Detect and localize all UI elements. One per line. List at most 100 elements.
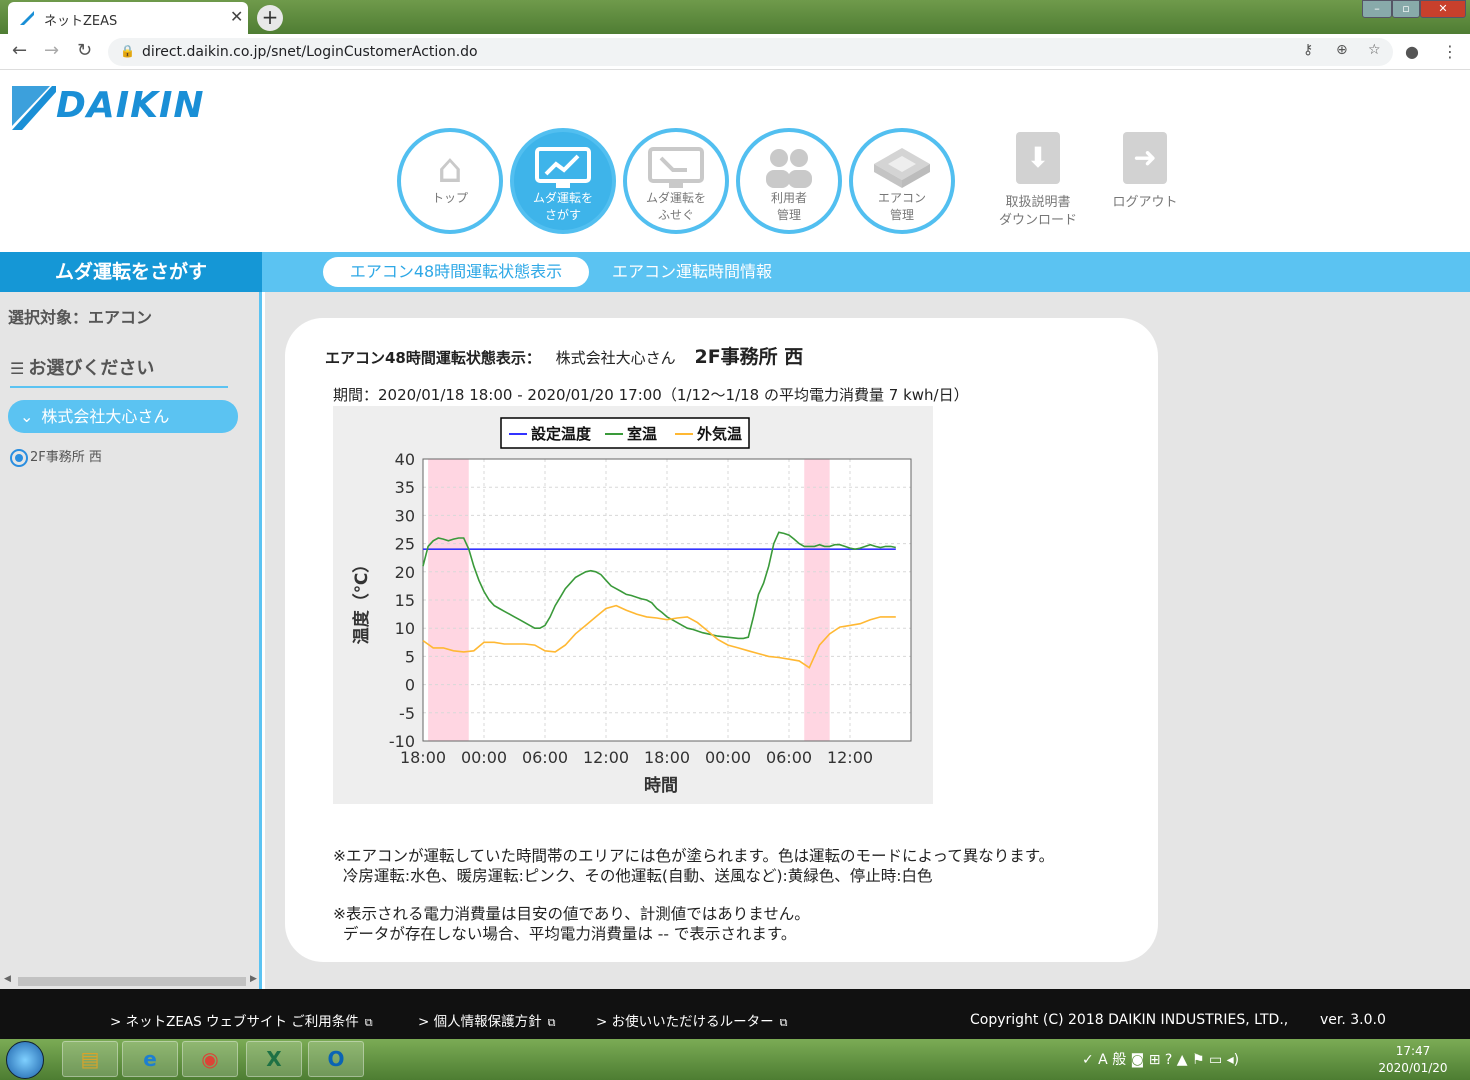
- logout-icon: ➜: [1123, 132, 1167, 184]
- company-item[interactable]: ⌄ 株式会社大心さん: [8, 400, 238, 433]
- outlook-taskbar-icon[interactable]: O: [308, 1041, 364, 1077]
- system-tray[interactable]: ✓ A 般 ◙ ⊞ ? ▲ ⚑ ▭ ◂): [1080, 1043, 1380, 1077]
- copyright-text: Copyright (C) 2018 DAIKIN INDUSTRIES, LT…: [970, 1012, 1289, 1028]
- y-tick-label: 20: [395, 563, 415, 582]
- address-bar[interactable]: 🔒 direct.daikin.co.jp/snet/LoginCustomer…: [108, 38, 1393, 66]
- scrollbar-thumb[interactable]: [18, 977, 246, 986]
- tray-icons[interactable]: ✓ A 般 ◙ ⊞ ? ▲ ⚑ ▭ ◂): [1082, 1049, 1239, 1069]
- status-card: エアコン48時間運転状態表示： 株式会社大心さん 2F事務所 西 期間：2020…: [285, 318, 1158, 962]
- nav-top-label: トップ: [431, 191, 468, 205]
- y-axis-label: 温度（℃）: [351, 556, 372, 645]
- y-tick-label: 5: [405, 647, 415, 666]
- x-tick-label: 00:00: [705, 748, 751, 767]
- back-arrow-icon[interactable]: ←: [12, 40, 27, 61]
- manual-download-button[interactable]: ⬇ 取扱説明書 ダウンロード: [993, 132, 1083, 230]
- clock-date: 2020/01/20: [1378, 1061, 1448, 1075]
- temperature-chart: 40 35 30 25 20 15 10 5 0 -5 -10 18:00 00:00 06:00 12:0…: [333, 406, 933, 804]
- sidebar-horizontal-scrollbar[interactable]: ◀ ▶: [4, 974, 258, 988]
- version-text: ver. 3.0.0: [1320, 1012, 1386, 1028]
- bookmark-star-icon[interactable]: ☆: [1368, 42, 1381, 58]
- external-link-icon: ⧉: [779, 1016, 788, 1029]
- section-title: ムダ運転をさがす: [0, 252, 262, 292]
- nav-aircon-management-button[interactable]: エアコン 管理: [849, 128, 955, 234]
- logout-label: ログアウト: [1112, 195, 1178, 210]
- note-power-estimate: ※表示される電力消費量は目安の値であり、計測値ではありません。 データが存在しな…: [333, 905, 810, 943]
- manual-download-label: 取扱説明書 ダウンロード: [998, 195, 1077, 228]
- browser-tab[interactable]: ネットZEAS ✕: [8, 2, 248, 34]
- office-radio-item[interactable]: 2F事務所 西: [10, 446, 102, 467]
- x-tick-label: 00:00: [461, 748, 507, 767]
- x-tick-label: 06:00: [522, 748, 568, 767]
- y-tick-label: -5: [399, 704, 415, 723]
- office-radio-button[interactable]: [10, 448, 28, 467]
- main-content: エアコン48時間運転状態表示： 株式会社大心さん 2F事務所 西 期間：2020…: [265, 292, 1470, 989]
- card-customer: 株式会社大心さん: [555, 349, 676, 367]
- temperature-chart-svg: 4035302520151050-5-1018:00 00:00 06:00 12:0…: [351, 417, 912, 796]
- footer-link-routers[interactable]: > お使いいただけるルーター ⧉: [596, 1010, 787, 1030]
- key-icon[interactable]: ⚷: [1303, 42, 1313, 58]
- nav-find-waste-button[interactable]: ムダ運転を さがす: [510, 128, 616, 234]
- nav-user-management-label: 利用者 管理: [770, 191, 807, 222]
- y-tick-label: 30: [395, 506, 415, 525]
- download-icon: ⬇: [1016, 132, 1060, 184]
- external-link-icon: ⧉: [364, 1016, 373, 1029]
- daikin-logo-mark-icon: [12, 86, 56, 130]
- legend-label-2: 外気温: [696, 425, 742, 443]
- legend-label-0: 設定温度: [531, 425, 592, 443]
- x-tick-label: 18:00: [644, 748, 690, 767]
- ie-taskbar-icon[interactable]: e: [122, 1041, 178, 1077]
- x-tick-label: 06:00: [766, 748, 812, 767]
- nav-prevent-waste-button[interactable]: ムダ運転を ふせぐ: [623, 128, 729, 234]
- logo-wordmark: DAIKIN: [56, 85, 205, 126]
- clock-time: 17:47: [1395, 1044, 1431, 1058]
- zoom-icon[interactable]: ⊕: [1336, 42, 1348, 58]
- period-text: 期間：2020/01/18 18:00 - 2020/01/20 17:00（1…: [333, 386, 969, 404]
- scroll-left-icon[interactable]: ◀: [4, 974, 11, 984]
- logout-button[interactable]: ➜ ログアウト: [1100, 132, 1190, 212]
- forward-arrow-icon[interactable]: →: [44, 40, 59, 61]
- tab-48h-status[interactable]: エアコン48時間運転状態表示: [323, 257, 589, 287]
- os-taskbar: ▤ e ◉ X O ✓ A 般 ◙ ⊞ ? ▲ ⚑ ▭ ◂) 17:47 202…: [0, 1039, 1470, 1080]
- daikin-logo[interactable]: DAIKIN: [12, 84, 232, 130]
- selection-target-label: 選択対象：エアコン: [8, 308, 153, 327]
- address-url[interactable]: direct.daikin.co.jp/snet/LoginCustomerAc…: [142, 44, 478, 60]
- footer-link-terms-text: > ネットZEAS ウェブサイト ご利用条件: [110, 1014, 359, 1030]
- system-clock[interactable]: 17:47 2020/01/20: [1368, 1043, 1458, 1077]
- external-link-icon: ⧉: [547, 1016, 556, 1029]
- tab-close-icon[interactable]: ✕: [230, 7, 243, 26]
- minimize-icon[interactable]: –: [1362, 0, 1392, 18]
- lock-icon: 🔒: [120, 44, 135, 58]
- nav-user-management-button[interactable]: 利用者 管理: [736, 128, 842, 234]
- sidebar: 選択対象：エアコン ☰ お選びください ⌄ 株式会社大心さん 2F事務所 西 ◀ ▶: [0, 292, 262, 989]
- card-title: エアコン48時間運転状態表示： 株式会社大心さん 2F事務所 西: [325, 342, 803, 369]
- explorer-taskbar-icon[interactable]: ▤: [62, 1041, 118, 1077]
- scroll-right-icon[interactable]: ▶: [250, 974, 257, 984]
- footer-link-terms[interactable]: > ネットZEAS ウェブサイト ご利用条件 ⧉: [110, 1010, 373, 1030]
- y-tick-label: 15: [395, 591, 415, 610]
- profile-icon[interactable]: ●: [1405, 42, 1419, 61]
- footer-link-routers-text: > お使いいただけるルーター: [596, 1014, 774, 1030]
- nav-top-button[interactable]: ⌂ トップ: [397, 128, 503, 234]
- window-close-icon[interactable]: ✕: [1420, 0, 1466, 18]
- daikin-favicon-icon: [20, 11, 34, 25]
- window-controls: – ▫ ✕: [1362, 0, 1466, 20]
- x-axis-label: 時間: [644, 775, 678, 796]
- reload-icon[interactable]: ↻: [77, 40, 92, 61]
- tab-operation-time[interactable]: エアコン運転時間情報: [612, 257, 772, 287]
- browser-tab-strip: ネットZEAS ✕ + – ▫ ✕: [0, 0, 1470, 34]
- card-place: 2F事務所 西: [694, 346, 804, 368]
- legend-label-1: 室温: [627, 425, 657, 443]
- footer-link-privacy[interactable]: > 個人情報保護方針 ⧉: [418, 1010, 555, 1030]
- nav-aircon-management-label: エアコン 管理: [877, 191, 926, 222]
- menu-kebab-icon[interactable]: ⋮: [1442, 42, 1458, 61]
- excel-taskbar-icon[interactable]: X: [246, 1041, 302, 1077]
- chrome-taskbar-icon[interactable]: ◉: [182, 1041, 238, 1077]
- office-name: 2F事務所 西: [30, 450, 102, 465]
- nav-find-waste-label: ムダ運転を さがす: [532, 191, 593, 222]
- y-tick-label: 0: [405, 676, 415, 695]
- note-color-legend: ※エアコンが運転していた時間帯のエリアには色が塗られます。色は運転のモードによっ…: [333, 847, 1055, 885]
- new-tab-button[interactable]: +: [257, 5, 283, 31]
- start-button[interactable]: [6, 1041, 44, 1079]
- maximize-icon[interactable]: ▫: [1392, 0, 1420, 18]
- home-icon: ⌂: [437, 146, 463, 192]
